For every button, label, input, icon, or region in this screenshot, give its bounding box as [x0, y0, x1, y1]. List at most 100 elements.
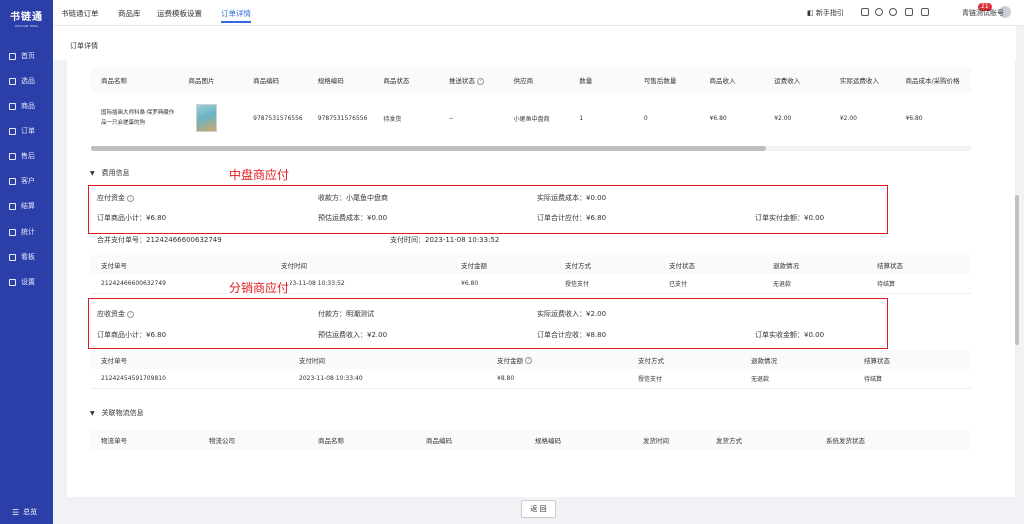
sidebar-item-settings[interactable]: 设置	[9, 275, 35, 289]
table-row: 国际插画大师科桑·保罗典藏作品一只会搓蛋的狗 9787531576556 978…	[91, 92, 971, 144]
col-pay-time: 支付时间	[281, 261, 307, 270]
after-sales-icon	[9, 152, 16, 160]
col-goods-name: 商品名称	[318, 437, 344, 445]
merge-pay-no: 合并支付单号：21242466600632749	[97, 236, 222, 244]
goods-name: 国际插画大师科桑·保罗典藏作品一只会搓蛋的狗	[101, 110, 175, 126]
logistics-section-title[interactable]: ▼ 关联物流信息	[90, 408, 144, 418]
freight-income: ¥2.00	[774, 114, 792, 122]
guide-link[interactable]: ◧ 新手指引	[807, 8, 844, 18]
receivable-title-label: 应收资金	[97, 310, 125, 318]
tab-shulian-orders[interactable]: 书链通订单	[61, 8, 99, 19]
sidebar-item-home[interactable]: 首页	[9, 49, 35, 63]
help-icon[interactable]: ?	[127, 310, 134, 318]
col-qty: 数量	[579, 77, 593, 85]
account-name[interactable]: 青链测试账号	[962, 8, 1004, 18]
col-settle-status: 结算状态	[877, 261, 903, 270]
sidebar-item-selection[interactable]: 选品	[9, 74, 35, 88]
order-icon	[9, 127, 16, 135]
spec-code: 9787531576556	[317, 114, 368, 122]
collect-pay-amount: ¥8.80	[497, 375, 515, 382]
collect-table-header: 支付单号 支付时间 支付金额? 支付方式 退款情况 结算状态	[91, 350, 971, 369]
collect-refund-status: 无退款	[751, 376, 770, 383]
sidebar-item-settlement[interactable]: 结算	[9, 199, 35, 213]
col-pay-amount: 支付金额	[461, 261, 487, 270]
sidebar-item-label: 商品	[21, 102, 35, 110]
horizontal-scrollbar[interactable]	[91, 146, 971, 151]
pay-time: 2023-11-08 10:33:52	[281, 280, 345, 287]
collapse-label: 总览	[23, 508, 38, 516]
sidebar-item-label: 客户	[21, 177, 35, 185]
sidebar-item-label: 首页	[21, 52, 35, 60]
headset-icon[interactable]	[889, 8, 897, 16]
fee-section-title[interactable]: ▼ 费用信息	[90, 168, 130, 178]
home-icon	[9, 52, 16, 60]
payable-order-total: 订单合计应付：¥6.80	[537, 214, 607, 222]
refund-status: 无退款	[773, 281, 792, 288]
help-icon[interactable]: ?	[525, 357, 532, 364]
sidebar-collapse-button[interactable]: ☰ 总览	[12, 507, 37, 517]
sidebar-item-label: 设置	[21, 278, 35, 286]
sidebar-item-statistics[interactable]: 统计	[9, 225, 35, 239]
sidebar-item-goods[interactable]: 商品	[9, 99, 35, 113]
col-pay-method: 支付方式	[565, 261, 591, 270]
goods-income: ¥6.80	[709, 114, 727, 122]
collect-pay-method: 授信支付	[638, 376, 663, 383]
settings-icon	[9, 278, 16, 286]
vertical-scrollbar[interactable]	[1015, 60, 1019, 497]
notification-icon[interactable]	[921, 8, 929, 16]
goods-table-header: 商品名称 商品图片 商品编码 规格编码 商品状态 推送状态? 供应商 数量 可售…	[91, 68, 971, 92]
payable-title-label: 应付资金	[97, 194, 125, 202]
receivable-order-total: 订单合计应收：¥8.80	[537, 331, 607, 339]
tab-order-detail[interactable]: 订单详情	[221, 8, 251, 23]
col-ship-time: 发货时间	[643, 437, 669, 445]
app-logo: 书链通 SHULIAN TONG	[0, 8, 53, 28]
help-icon[interactable]: ?	[477, 77, 485, 85]
sidebar: 书链通 SHULIAN TONG 首页 选品 商品 订单 售后 客户 结算 统计…	[0, 0, 53, 524]
sidebar-item-label: 结算	[21, 202, 35, 210]
breadcrumb: 订单详情	[53, 26, 1016, 60]
payable-receiver: 收款方：小尾鱼中盘商	[318, 194, 388, 202]
payable-paid-amount: 订单实付金额：¥0.00	[755, 214, 825, 222]
after-sale-qty: 0	[643, 114, 648, 122]
col-spec-code: 规格编码	[317, 77, 344, 85]
collect-settle-status: 待结算	[864, 376, 883, 383]
help-icon[interactable]: ?	[127, 194, 134, 202]
receivable-est-freight-income: 预估运费收入：¥2.00	[318, 331, 388, 339]
caret-down-icon: ▼	[90, 409, 95, 417]
real-freight-income: ¥2.00	[839, 114, 857, 122]
download-icon[interactable]	[861, 8, 869, 16]
dashboard-icon	[9, 253, 16, 261]
qty: 1	[579, 114, 584, 122]
collect-pay-time: 2023-11-08 10:33:40	[299, 375, 363, 382]
sidebar-item-customers[interactable]: 客户	[9, 174, 35, 188]
back-button[interactable]: 返 回	[521, 500, 556, 518]
tab-goods-library[interactable]: 商品库	[118, 8, 141, 19]
payable-real-freight-cost: 实际运费成本：¥0.00	[537, 194, 607, 202]
payable-title: 应付资金?	[97, 193, 134, 203]
favorite-icon[interactable]	[875, 8, 883, 16]
col-settle-status: 结算状态	[864, 356, 890, 365]
col-goods-code: 商品编码	[253, 77, 280, 85]
guide-label: 新手指引	[815, 9, 844, 17]
pay-amount: ¥6.80	[461, 280, 479, 287]
statistics-icon	[9, 228, 16, 236]
scroll-thumb[interactable]	[91, 146, 766, 151]
top-bar: 书链通订单 商品库 运费模板设置 订单详情 ◧ 新手指引 21 青链测试账号	[53, 0, 1024, 26]
sidebar-item-orders[interactable]: 订单	[9, 124, 35, 138]
receivable-real-freight-income: 实际运费收入：¥2.00	[537, 310, 607, 318]
pay-method: 授信支付	[565, 281, 590, 288]
sidebar-item-after-sales[interactable]: 售后	[9, 149, 35, 163]
col-goods-image: 商品图片	[188, 77, 215, 85]
tab-freight-template[interactable]: 运费模板设置	[157, 8, 202, 19]
goods-image[interactable]	[196, 104, 217, 132]
scroll-thumb[interactable]	[1015, 195, 1019, 345]
sidebar-item-dashboard[interactable]: 看板	[9, 250, 35, 264]
col-push-status-label: 推送状态	[449, 77, 476, 85]
sidebar-item-label: 订单	[21, 127, 35, 135]
table-row: 21242466600632749 2023-11-08 10:33:52 ¥6…	[91, 274, 971, 294]
sidebar-item-label: 选品	[21, 77, 35, 85]
col-goods-name: 商品名称	[101, 77, 127, 85]
col-goods-income: 商品收入	[709, 77, 736, 85]
phone-icon[interactable]	[905, 8, 913, 16]
goods-icon	[9, 102, 16, 110]
